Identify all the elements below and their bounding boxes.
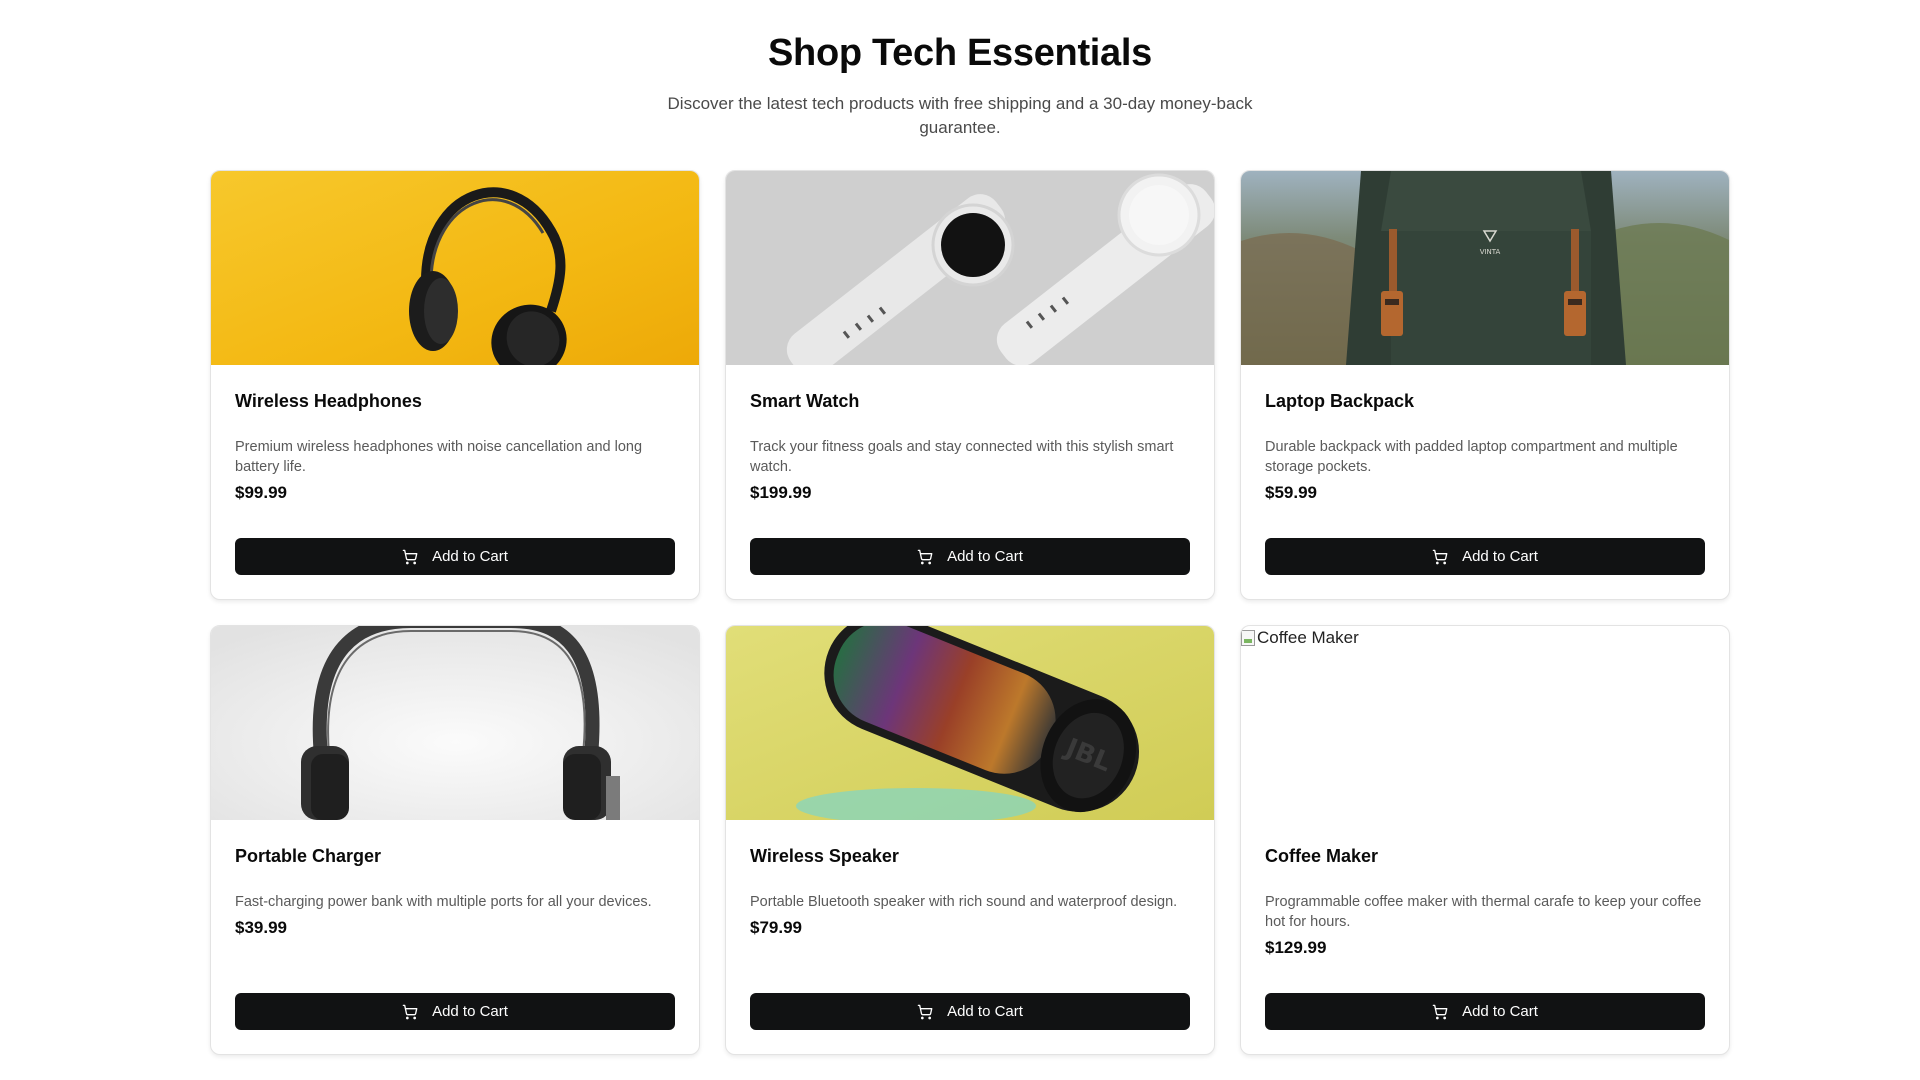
- product-info: Wireless Speaker Portable Bluetooth spea…: [750, 844, 1190, 940]
- image-alt-text: Coffee Maker: [1257, 628, 1359, 647]
- product-info: Coffee Maker Programmable coffee maker w…: [1265, 844, 1705, 960]
- product-price: $59.99: [1265, 483, 1317, 502]
- product-info: Smart Watch Track your fitness goals and…: [750, 389, 1190, 505]
- product-description: Track your fitness goals and stay connec…: [750, 439, 1174, 475]
- product-image-headphones[interactable]: [211, 171, 699, 365]
- add-to-cart-button[interactable]: Add to Cart: [750, 538, 1190, 575]
- product-name: Wireless Speaker: [750, 846, 899, 866]
- product-name: Smart Watch: [750, 391, 860, 411]
- product-price: $199.99: [750, 483, 812, 502]
- add-to-cart-label: Add to Cart: [1462, 548, 1538, 565]
- product-description: Programmable coffee maker with thermal c…: [1265, 894, 1702, 930]
- shopping-cart-icon: [917, 1004, 933, 1019]
- product-card: Coffee Maker Coffee Maker Programmable c…: [1240, 625, 1730, 1055]
- product-card: Smart Watch Track your fitness goals and…: [725, 170, 1215, 600]
- product-image-coffee-maker[interactable]: Coffee Maker: [1241, 626, 1729, 820]
- add-to-cart-label: Add to Cart: [1462, 1003, 1538, 1020]
- shopping-cart-icon: [402, 1004, 418, 1019]
- product-image-smartwatch[interactable]: [726, 171, 1214, 365]
- add-to-cart-button[interactable]: Add to Cart: [235, 993, 675, 1030]
- add-to-cart-label: Add to Cart: [947, 1003, 1023, 1020]
- add-to-cart-label: Add to Cart: [947, 548, 1023, 565]
- product-price: $99.99: [235, 483, 287, 502]
- add-to-cart-button[interactable]: Add to Cart: [1265, 993, 1705, 1030]
- hero-header: Shop Tech Essentials Discover the latest…: [0, 30, 1920, 140]
- product-card: Portable Charger Fast-charging power ban…: [210, 625, 700, 1055]
- shopping-cart-icon: [1432, 1004, 1448, 1019]
- product-name: Laptop Backpack: [1265, 391, 1415, 411]
- shopping-cart-icon: [917, 549, 933, 564]
- backpack-brand-text: VINTA: [1480, 248, 1501, 256]
- product-card: Wireless Headphones Premium wireless hea…: [210, 170, 700, 600]
- product-description: Portable Bluetooth speaker with rich sou…: [750, 894, 1178, 910]
- product-description: Fast-charging power bank with multiple p…: [235, 894, 652, 910]
- broken-image-icon: [1241, 630, 1255, 646]
- add-to-cart-label: Add to Cart: [432, 548, 508, 565]
- page: Shop Tech Essentials Discover the latest…: [0, 0, 1920, 1080]
- product-image-backpack[interactable]: VINTA: [1241, 171, 1729, 365]
- page-title: Shop Tech Essentials: [768, 32, 1152, 74]
- page-subtitle: Discover the latest tech products with f…: [667, 94, 1253, 137]
- product-image-charger[interactable]: [211, 626, 699, 820]
- product-info: Wireless Headphones Premium wireless hea…: [235, 389, 675, 505]
- product-grid: Wireless Headphones Premium wireless hea…: [210, 170, 1730, 1055]
- broken-image-placeholder: Coffee Maker: [1241, 626, 1359, 648]
- product-name: Wireless Headphones: [235, 391, 422, 411]
- add-to-cart-label: Add to Cart: [432, 1003, 508, 1020]
- product-price: $129.99: [1265, 938, 1327, 957]
- product-price: $39.99: [235, 918, 287, 937]
- shopping-cart-icon: [1432, 549, 1448, 564]
- product-card: VINTA Laptop Backpack Durable backpack w…: [1240, 170, 1730, 600]
- product-info: Laptop Backpack Durable backpack with pa…: [1265, 389, 1705, 505]
- product-info: Portable Charger Fast-charging power ban…: [235, 844, 675, 940]
- add-to-cart-button[interactable]: Add to Cart: [750, 993, 1190, 1030]
- product-description: Premium wireless headphones with noise c…: [235, 439, 643, 475]
- product-image-speaker[interactable]: JBL: [726, 626, 1214, 820]
- product-price: $79.99: [750, 918, 802, 937]
- product-name: Coffee Maker: [1265, 846, 1379, 866]
- shopping-cart-icon: [402, 549, 418, 564]
- add-to-cart-button[interactable]: Add to Cart: [235, 538, 675, 575]
- product-name: Portable Charger: [235, 846, 382, 866]
- product-description: Durable backpack with padded laptop comp…: [1265, 439, 1678, 475]
- product-card: JBL Wireless Speaker Portable Bluetooth …: [725, 625, 1215, 1055]
- add-to-cart-button[interactable]: Add to Cart: [1265, 538, 1705, 575]
